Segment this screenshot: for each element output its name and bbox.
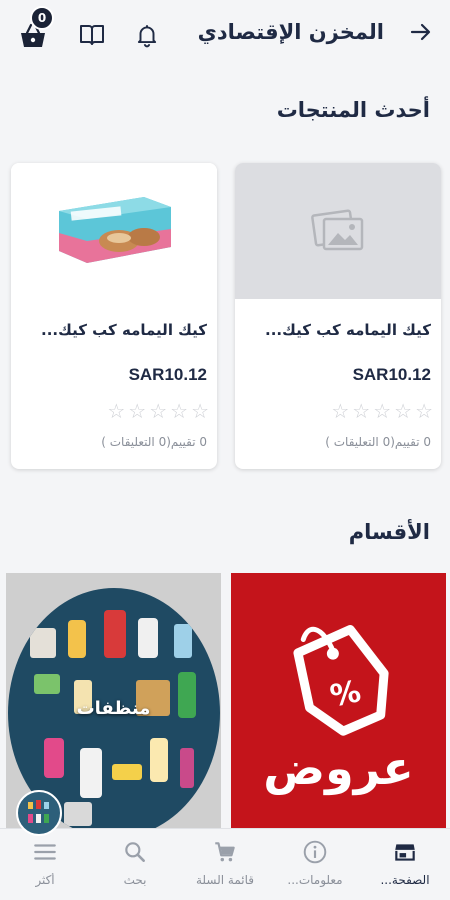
- category-label: عروض: [263, 741, 414, 795]
- star-empty-icon: ☆: [331, 399, 350, 423]
- star-empty-icon: ☆: [352, 399, 371, 423]
- nav-label: أكثر: [35, 873, 55, 887]
- nav-search[interactable]: بحث: [90, 829, 180, 900]
- cake-box-photo: [49, 189, 179, 273]
- app-screen: المخزن الإقتصادي 0 أحدث المنتجات كيك الي…: [0, 0, 450, 900]
- star-empty-icon: ☆: [394, 399, 413, 423]
- open-book-icon[interactable]: [78, 22, 106, 48]
- star-empty-icon: ☆: [149, 399, 168, 423]
- category-thumbnail-icon[interactable]: [16, 790, 62, 836]
- latest-products-heading: أحدث المنتجات: [276, 98, 430, 122]
- star-empty-icon: ☆: [128, 399, 147, 423]
- product-card[interactable]: كيك اليمامه كب كيك... SAR10.12 ☆ ☆ ☆ ☆ ☆…: [235, 163, 441, 469]
- category-label: منظفات: [76, 698, 151, 719]
- top-bar: المخزن الإقتصادي 0: [0, 0, 450, 72]
- product-name[interactable]: كيك اليمامه كب كيك...: [245, 321, 431, 339]
- page-title: المخزن الإقتصادي: [197, 20, 384, 44]
- nav-info[interactable]: معلومات...: [270, 829, 360, 900]
- placeholder-image-icon: [310, 205, 366, 257]
- menu-icon: [32, 839, 58, 865]
- star-empty-icon: ☆: [191, 399, 209, 423]
- bottom-navigation: الصفحة... معلومات... قائمة السلة بحث أكث…: [0, 828, 450, 900]
- product-price: SAR10.12: [128, 365, 207, 384]
- rating-stars: ☆ ☆ ☆ ☆ ☆: [107, 401, 209, 421]
- store-icon: [392, 839, 418, 865]
- product-price: SAR10.12: [352, 365, 431, 384]
- nav-more[interactable]: أكثر: [0, 829, 90, 900]
- nav-cart[interactable]: قائمة السلة: [180, 829, 270, 900]
- info-icon: [302, 839, 328, 865]
- star-empty-icon: ☆: [107, 399, 126, 423]
- star-empty-icon: ☆: [373, 399, 392, 423]
- back-arrow-icon[interactable]: [408, 20, 432, 44]
- nav-label: معلومات...: [287, 873, 343, 887]
- star-empty-icon: ☆: [170, 399, 189, 423]
- review-count: 0 تقييم(0 التعليقات ): [101, 435, 207, 449]
- product-card[interactable]: كيك اليمامه كب كيك... SAR10.12 ☆ ☆ ☆ ☆ ☆…: [11, 163, 217, 469]
- rating-stars: ☆ ☆ ☆ ☆ ☆: [331, 401, 433, 421]
- search-icon: [122, 839, 148, 865]
- product-name[interactable]: كيك اليمامه كب كيك...: [21, 321, 207, 339]
- categories-heading: الأقسام: [348, 520, 430, 544]
- svg-text:%: %: [327, 674, 364, 714]
- product-image: [235, 163, 441, 299]
- star-empty-icon: ☆: [415, 399, 433, 423]
- notification-bell-icon[interactable]: [134, 22, 160, 48]
- nav-label: الصفحة...: [380, 873, 430, 887]
- nav-label: قائمة السلة: [195, 873, 255, 887]
- category-offers[interactable]: % عروض: [231, 573, 446, 830]
- cart-icon: [212, 839, 238, 865]
- cart-count-badge: 0: [30, 6, 54, 30]
- product-image: [11, 163, 217, 299]
- nav-home[interactable]: الصفحة...: [360, 829, 450, 900]
- nav-label: بحث: [123, 873, 147, 887]
- review-count: 0 تقييم(0 التعليقات ): [325, 435, 431, 449]
